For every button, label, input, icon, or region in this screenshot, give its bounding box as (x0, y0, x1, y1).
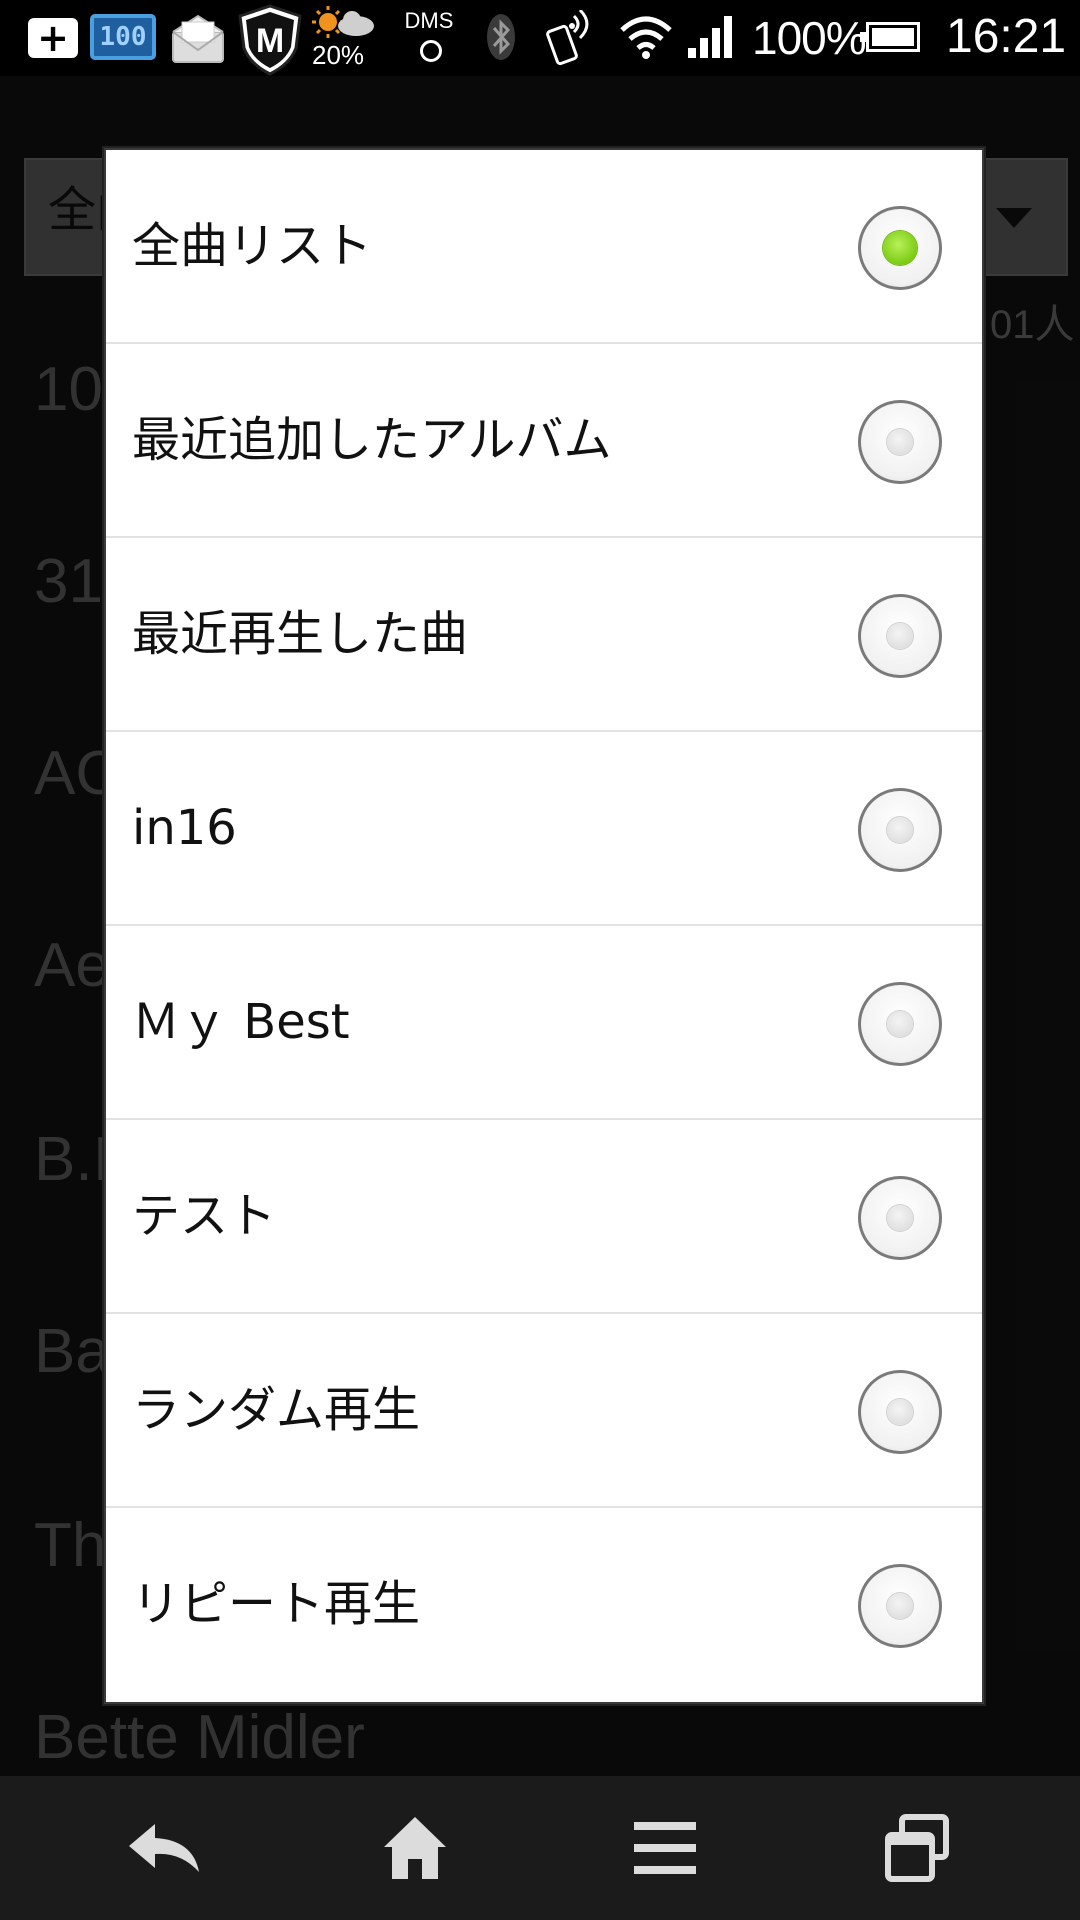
option-label: 最近再生した曲 (132, 606, 469, 662)
playlist-option-recent-albums[interactable]: 最近追加したアルバム (106, 344, 982, 538)
option-label: リピート再生 (132, 1576, 421, 1632)
dms-icon (420, 40, 442, 62)
playlist-select-dialog: 全曲リスト 最近追加したアルバム 最近再生した曲 in16 Ｍｙ Best テス… (104, 148, 984, 1704)
clock: 16:21 (946, 10, 1067, 63)
screen: + 100 M 20% DMS 100% 16:21 01人 10 31 AC … (0, 0, 1080, 1920)
signal-icon (686, 14, 736, 60)
add-icon: + (28, 18, 78, 58)
option-label: 最近追加したアルバム (132, 412, 612, 468)
radio-button[interactable] (858, 982, 942, 1066)
radio-button[interactable] (858, 400, 942, 484)
radio-indicator (887, 623, 913, 649)
home-icon[interactable] (360, 1798, 470, 1898)
radio-button[interactable] (858, 1176, 942, 1260)
radio-button[interactable] (858, 1370, 942, 1454)
radio-indicator (887, 1593, 913, 1619)
option-label: in16 (132, 800, 237, 856)
bluetooth-icon (486, 12, 516, 62)
status-bar: + 100 M 20% DMS 100% 16:21 (0, 0, 1080, 76)
playlist-option-repeat[interactable]: リピート再生 (106, 1508, 982, 1702)
playlist-option-test[interactable]: テスト (106, 1120, 982, 1314)
playlist-option-all-songs[interactable]: 全曲リスト (106, 150, 982, 344)
svg-text:M: M (256, 22, 284, 60)
dms-label: DMS (404, 8, 454, 33)
playlist-option-recently-played[interactable]: 最近再生した曲 (106, 538, 982, 732)
radio-button-selected[interactable] (858, 206, 942, 290)
radio-button[interactable] (858, 1564, 942, 1648)
nfc-icon (546, 8, 602, 66)
radio-indicator (887, 1011, 913, 1037)
battery-percent: 100% (752, 12, 867, 64)
recent-apps-icon[interactable] (862, 1798, 972, 1898)
battery-widget-icon: 100 (90, 14, 156, 60)
wifi-icon (618, 14, 674, 60)
back-icon[interactable] (110, 1798, 220, 1898)
option-label: 全曲リスト (132, 218, 373, 274)
radio-indicator (887, 429, 913, 455)
radio-indicator (887, 1205, 913, 1231)
radio-button[interactable] (858, 788, 942, 872)
playlist-option-in16[interactable]: in16 (106, 732, 982, 926)
playlist-option-shuffle[interactable]: ランダム再生 (106, 1314, 982, 1508)
radio-button[interactable] (858, 594, 942, 678)
option-label: テスト (132, 1188, 277, 1244)
radio-indicator (883, 231, 917, 265)
weather-temp: 20% (312, 40, 365, 70)
mail-icon (170, 14, 226, 64)
weather-icon (310, 4, 376, 44)
battery-icon (860, 22, 920, 52)
option-label: Ｍｙ Best (132, 994, 350, 1050)
navigation-bar (0, 1776, 1080, 1920)
shield-icon: M (234, 2, 306, 76)
radio-indicator (887, 1399, 913, 1425)
option-label: ランダム再生 (132, 1382, 421, 1438)
menu-icon[interactable] (610, 1798, 720, 1898)
playlist-option-my-best[interactable]: Ｍｙ Best (106, 926, 982, 1120)
radio-indicator (887, 817, 913, 843)
